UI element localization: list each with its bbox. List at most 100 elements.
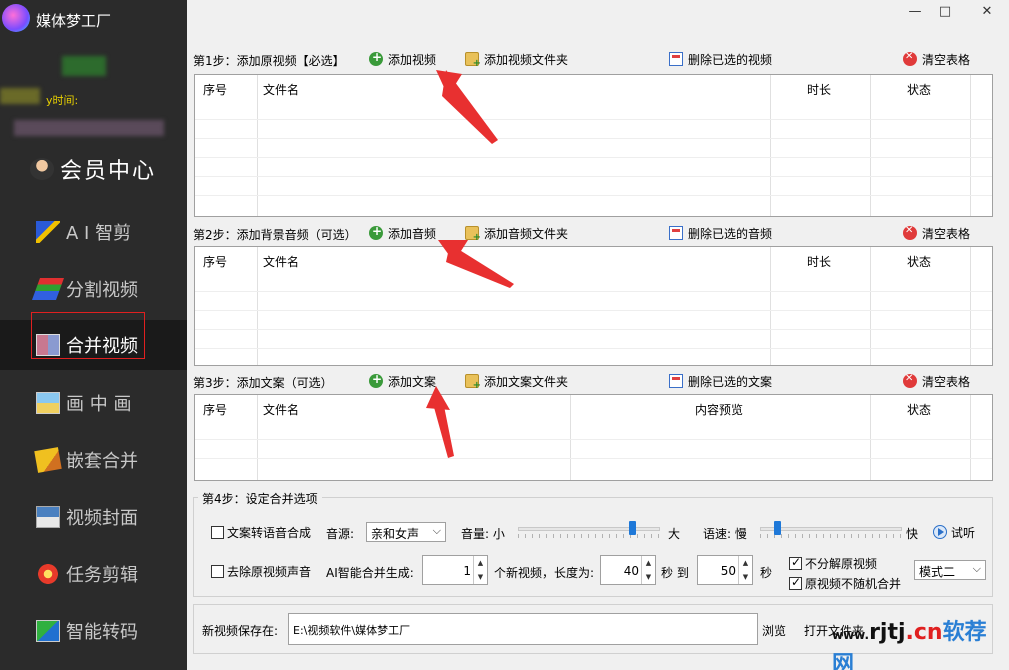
sidebar-item-task[interactable]: 任务剪辑	[0, 549, 187, 599]
ai-merge-label: AI智能合并生成:	[326, 566, 414, 580]
step3-toolbar: 第3步：添加文案（可选） 添加文案 添加文案文件夹 删除已选的文案 清空表格	[193, 371, 993, 391]
ai-wand-icon	[36, 221, 60, 243]
min-length-stepper[interactable]: 40 ▲ ▼	[600, 555, 656, 585]
save-path-input[interactable]: E:\视频软件\媒体梦工厂	[288, 613, 758, 645]
col-index: 序号	[203, 83, 228, 97]
site-watermark: www.rjtj.cn软荐网	[820, 606, 1005, 670]
voice-label: 音源:	[326, 527, 355, 541]
sidebar-item-pip[interactable]: 画 中 画	[0, 378, 187, 428]
sidebar-item-label: 视频封面	[66, 508, 138, 529]
voice-value: 亲和女声	[371, 527, 420, 541]
nest-tag-icon	[34, 447, 62, 473]
speed-max-label: 快	[906, 527, 919, 541]
voice-select[interactable]: 亲和女声 ⌵	[366, 522, 446, 542]
sidebar-item-cover[interactable]: 视频封面	[0, 492, 187, 542]
sidebar-item-label: 会员中心	[60, 159, 157, 184]
delete-selected-copy-button[interactable]: 删除已选的文案	[669, 371, 772, 391]
delete-selected-audio-button[interactable]: 删除已选的音频	[669, 223, 772, 243]
sidebar-item-label: 嵌套合并	[66, 451, 138, 472]
sidebar-item-nest[interactable]: 嵌套合并	[0, 435, 187, 485]
no-split-checkbox[interactable]: 不分解原视频	[789, 555, 877, 572]
video-table[interactable]: 序号 文件名 时长 状态	[194, 74, 993, 217]
col-duration: 时长	[807, 255, 832, 269]
remove-audio-checkbox[interactable]: 去除原视频声音	[211, 563, 311, 580]
col-index: 序号	[203, 403, 228, 417]
speed-slider-thumb[interactable]	[774, 521, 781, 535]
mode-select[interactable]: 模式二 ⌵	[914, 560, 986, 580]
max-length-stepper[interactable]: 50 ▲ ▼	[697, 555, 753, 585]
merge-video-icon	[36, 334, 60, 356]
col-preview: 内容预览	[695, 403, 744, 417]
listen-label: 试听	[951, 525, 976, 540]
col-status: 状态	[907, 403, 932, 417]
blurred-avatar	[62, 56, 106, 76]
sidebar-item-ai-edit[interactable]: A I 智剪	[0, 207, 187, 257]
add-copy-folder-label: 添加文案文件夹	[484, 374, 569, 389]
transcode-icon	[36, 620, 60, 642]
volume-slider[interactable]	[518, 520, 660, 538]
speed-slider[interactable]	[760, 520, 902, 538]
stepper-arrows[interactable]: ▲ ▼	[473, 556, 487, 584]
count-stepper[interactable]: 1 ▲ ▼	[422, 555, 488, 585]
stepper-arrows[interactable]: ▲ ▼	[738, 556, 752, 584]
volume-slider-thumb[interactable]	[629, 521, 636, 535]
stepper-arrows[interactable]: ▲ ▼	[641, 556, 655, 584]
volume-max-label: 大	[668, 527, 681, 541]
col-filename: 文件名	[263, 83, 300, 97]
listen-button[interactable]: 试听	[929, 518, 985, 546]
sidebar-item-transcode[interactable]: 智能转码	[0, 606, 187, 656]
browse-button[interactable]: 浏览	[762, 622, 786, 639]
clear-table-label: 清空表格	[922, 52, 971, 67]
sidebar-item-vip[interactable]: 会员中心	[0, 144, 187, 194]
split-layers-icon	[31, 278, 65, 300]
step1-toolbar: 第1步：添加原视频【必选】 添加视频 添加视频文件夹 删除已选的视频 清空表格	[193, 49, 993, 69]
col-status: 状态	[907, 83, 932, 97]
count-value: 1	[463, 564, 471, 578]
step4-label: 第4步：设定合并选项	[198, 490, 322, 507]
copy-table[interactable]: 序号 文件名 内容预览 状态	[194, 394, 993, 481]
add-audio-button[interactable]: 添加音频	[369, 223, 436, 243]
add-copy-label: 添加文案	[388, 374, 437, 389]
add-video-folder-button[interactable]: 添加视频文件夹	[465, 49, 568, 69]
clear-video-table-button[interactable]: 清空表格	[903, 49, 970, 69]
step3-label: 第3步：添加文案（可选）	[193, 376, 333, 390]
add-copy-folder-button[interactable]: 添加文案文件夹	[465, 371, 568, 391]
minimize-button[interactable]: —	[900, 2, 930, 22]
sidebar-item-split[interactable]: 分割视频	[0, 264, 187, 314]
delete-selected-video-button[interactable]: 删除已选的视频	[669, 49, 772, 69]
add-copy-button[interactable]: 添加文案	[369, 371, 436, 391]
clear-copy-table-button[interactable]: 清空表格	[903, 371, 970, 391]
add-video-label: 添加视频	[388, 52, 437, 67]
picture-icon	[36, 392, 60, 414]
app-logo-icon	[2, 4, 30, 32]
clear-icon	[903, 51, 917, 66]
col-filename: 文件名	[263, 403, 300, 417]
folder-add-icon	[465, 226, 481, 243]
no-random-label: 原视频不随机合并	[805, 577, 902, 591]
tts-label: 文案转语音合成	[227, 526, 312, 540]
tts-checkbox[interactable]: 文案转语音合成	[211, 524, 311, 541]
sidebar-item-merge[interactable]: 合并视频	[0, 320, 187, 370]
maximize-button[interactable]: □	[930, 2, 960, 22]
step2-label: 第2步：添加背景音频（可选）	[193, 228, 357, 242]
add-video-button[interactable]: 添加视频	[369, 49, 436, 69]
speed-label: 语速: 慢	[703, 527, 747, 541]
volume-label: 音量: 小	[461, 527, 505, 541]
sidebar-item-label: 合并视频	[66, 336, 138, 357]
add-audio-folder-label: 添加音频文件夹	[484, 226, 569, 241]
delete-selected-video-label: 删除已选的视频	[688, 52, 773, 67]
clear-audio-table-button[interactable]: 清空表格	[903, 223, 970, 243]
clear-icon	[903, 225, 917, 240]
add-audio-folder-button[interactable]: 添加音频文件夹	[465, 223, 568, 243]
sidebar-item-label: 画 中 画	[66, 394, 132, 415]
no-random-checkbox[interactable]: 原视频不随机合并	[789, 575, 901, 592]
sidebar: 媒体梦工厂 y时间: 会员中心 A I 智剪 分割视频 合并视频 画 中 画 嵌…	[0, 0, 187, 670]
add-video-folder-label: 添加视频文件夹	[484, 52, 569, 67]
sidebar-item-label: 任务剪辑	[66, 565, 138, 586]
audio-table[interactable]: 序号 文件名 时长 状态	[194, 246, 993, 366]
delete-list-icon	[669, 374, 683, 388]
watermark-cn: .cn	[905, 620, 943, 645]
delete-selected-audio-label: 删除已选的音频	[688, 226, 773, 241]
copy-table-header: 序号 文件名 内容预览 状态	[195, 395, 992, 421]
close-button[interactable]: ✕	[972, 2, 1002, 22]
